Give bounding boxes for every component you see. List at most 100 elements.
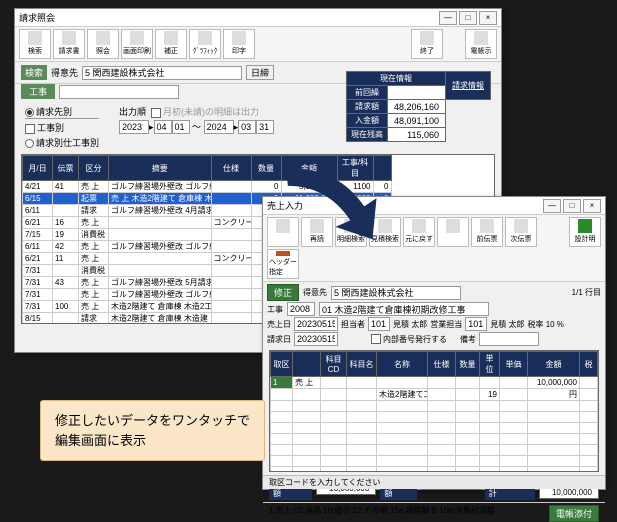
tb2-header[interactable]: ヘッダー指定: [267, 249, 299, 279]
table-row[interactable]: [271, 445, 598, 456]
radio-customer[interactable]: [25, 108, 34, 117]
status-bar-2: 取区コードを入力してください: [263, 475, 605, 489]
col-header[interactable]: 科目名: [347, 352, 377, 377]
filter-title: 請求先別: [25, 105, 99, 119]
table-row[interactable]: [271, 423, 598, 434]
to-y[interactable]: [204, 120, 234, 134]
titlebar-1[interactable]: 請求照会 — □ ×: [15, 9, 501, 27]
customer-label: 得意先: [51, 66, 78, 79]
table-row[interactable]: [271, 467, 598, 473]
table-row[interactable]: [271, 412, 598, 423]
table-row[interactable]: [271, 456, 598, 467]
note-input[interactable]: [479, 332, 539, 346]
tb2-estsearch[interactable]: 見積検索: [369, 217, 401, 247]
work-label: 工事: [21, 84, 55, 99]
maximize-icon[interactable]: □: [459, 11, 477, 25]
table-row[interactable]: 1売 上10,000,000: [271, 377, 598, 389]
col-header[interactable]: [293, 352, 321, 377]
radio-alt[interactable]: [25, 139, 34, 148]
detail-grid[interactable]: 取区 科目CD科目名名称仕様数量単位単価金額税 1売 上10,000,000木造2…: [269, 350, 599, 472]
billing-link[interactable]: 請求情報: [446, 72, 491, 100]
blank-icon: [276, 219, 290, 233]
titlebar-2[interactable]: 売上入力 — □ ×: [263, 197, 605, 215]
maximize-icon-2[interactable]: □: [563, 199, 581, 213]
trans-date[interactable]: [294, 317, 338, 331]
to-m[interactable]: [238, 120, 256, 134]
tb-invoice[interactable]: 請求書: [53, 29, 85, 59]
table-row[interactable]: [271, 434, 598, 445]
tb2-prev[interactable]: 前伝票: [471, 217, 503, 247]
work-input[interactable]: [59, 85, 179, 99]
calc-icon: [446, 219, 460, 233]
sales-staff-code[interactable]: [465, 317, 487, 331]
chk-billwork[interactable]: 請求別仕工事別: [25, 136, 99, 149]
tb2-detailsearch[interactable]: 明細検索: [335, 217, 367, 247]
tb-inquiry[interactable]: 照会: [87, 29, 119, 59]
tb-print2[interactable]: 印字: [223, 29, 255, 59]
design-icon: [578, 219, 592, 233]
col-header[interactable]: 工事/科目: [337, 156, 373, 181]
col-header[interactable]: 伝票: [53, 156, 79, 181]
attach-button[interactable]: 電帳添付: [549, 505, 599, 522]
edit-header: 修正 得意先 1/1 行目 工事 売上日 担当者 見積 太郎 営業担当 見積 太…: [263, 282, 605, 348]
col-header[interactable]: 金額: [528, 352, 580, 377]
print-icon: [130, 31, 144, 45]
from-d[interactable]: [172, 120, 190, 134]
col-header[interactable]: 仕様: [428, 352, 456, 377]
close-icon-2[interactable]: ×: [583, 199, 601, 213]
attach-icon: [474, 31, 488, 45]
tb2-design[interactable]: 設計明: [569, 217, 601, 247]
tb-exit[interactable]: 終了: [411, 29, 443, 59]
tb-print[interactable]: 画面印刷: [121, 29, 153, 59]
col-header[interactable]: 名称: [377, 352, 428, 377]
tb-correct[interactable]: 補正: [155, 29, 187, 59]
exit-icon: [420, 31, 434, 45]
tb2-next[interactable]: 次伝票: [505, 217, 537, 247]
minimize-icon[interactable]: —: [439, 11, 457, 25]
window2-title: 売上入力: [267, 199, 541, 212]
tb2-undo[interactable]: 元に戻す: [403, 217, 435, 247]
col-header[interactable]: 仕様: [211, 156, 251, 181]
callout-box: 修正したいデータをワンタッチで 編集画面に表示: [40, 400, 265, 461]
from-y[interactable]: [119, 120, 149, 134]
reload-icon: [310, 219, 324, 233]
tb2-reload[interactable]: 再読: [301, 217, 333, 247]
work-name[interactable]: [319, 302, 489, 316]
window-title: 請求照会: [19, 11, 437, 24]
work-code[interactable]: [287, 302, 315, 316]
col-header[interactable]: 区分: [79, 156, 109, 181]
customer-input[interactable]: [82, 66, 242, 80]
minimize-icon-2[interactable]: —: [543, 199, 561, 213]
bill-date[interactable]: [294, 332, 338, 346]
tb-graphic[interactable]: ｸﾞﾗﾌｨｯｸ: [189, 29, 221, 59]
from-m[interactable]: [154, 120, 172, 134]
tb-edoc[interactable]: 電帳示: [465, 29, 497, 59]
table-row[interactable]: [271, 401, 598, 412]
search-icon: [378, 219, 392, 233]
chk-internal[interactable]: [371, 334, 381, 344]
col-header[interactable]: 取区: [271, 352, 293, 377]
col-header[interactable]: 金額: [281, 156, 337, 181]
col-header[interactable]: 数量: [251, 156, 281, 181]
chk-workwise[interactable]: 工事別: [25, 121, 99, 134]
table-row[interactable]: 4/2141売 上ゴルフ練習場外壁改 ゴルフ練習場外壁改修工事05,500,00…: [23, 181, 494, 193]
col-header[interactable]: 科目CD: [321, 352, 347, 377]
col-header[interactable]: 数量: [456, 352, 480, 377]
tb2-recalc[interactable]: [437, 217, 469, 247]
col-header[interactable]: 月/日: [23, 156, 53, 181]
summary-box: 現在情報請求情報 前回繰 請求額48,206,160 入金額48,091,100…: [346, 71, 491, 142]
table-row[interactable]: 木造2階建て工事手打金19円: [271, 389, 598, 401]
to-d[interactable]: [256, 120, 274, 134]
col-header[interactable]: 摘要: [109, 156, 212, 181]
tb2-blank[interactable]: [267, 217, 299, 247]
staff-code[interactable]: [368, 317, 390, 331]
chart-icon: [198, 31, 212, 45]
tb-search[interactable]: 検索: [19, 29, 51, 59]
close-icon[interactable]: ×: [479, 11, 497, 25]
col-header[interactable]: 税: [580, 352, 598, 377]
col-header[interactable]: 単位: [480, 352, 500, 377]
col-header[interactable]: 単価: [500, 352, 528, 377]
prev-icon: [480, 219, 494, 233]
edit-customer[interactable]: [331, 286, 461, 300]
chk-output[interactable]: [151, 108, 161, 118]
